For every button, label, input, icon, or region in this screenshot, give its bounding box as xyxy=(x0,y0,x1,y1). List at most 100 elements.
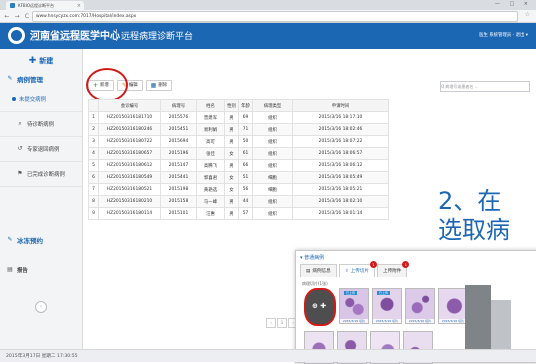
table-cell: 黄艳选 xyxy=(196,183,225,196)
column-header[interactable]: 病理类型 xyxy=(252,99,293,112)
zoom-add-icon[interactable]: ⊕ ✚ xyxy=(312,302,326,310)
tab-upload-slides[interactable]: ⇪ 上传切片 1 xyxy=(338,261,377,277)
sidebar-item-pending[interactable]: ⌕ 待诊断病例 xyxy=(0,111,82,137)
table-cell: 2015147 xyxy=(160,159,197,172)
table-cell: HZ20150316180246 xyxy=(98,123,161,136)
table-cell: 69 xyxy=(238,111,253,124)
reload-icon[interactable]: C xyxy=(24,13,30,20)
sidebar-section-case[interactable]: ✎ 病例管理 xyxy=(0,71,82,86)
sidebar-item-report[interactable]: ▤ 报告 xyxy=(0,257,82,282)
tab-case-info[interactable]: ▤ 病例信息 xyxy=(300,264,337,277)
tab-badge: 1 xyxy=(369,261,377,268)
app-header: 河南省远程医学中心 Henan Telemedicine Center of C… xyxy=(0,23,536,49)
table-cell: 3 xyxy=(88,135,99,148)
tab-upload-attachments[interactable]: 上传附件 1 xyxy=(376,261,410,277)
sidebar-item-label: 待诊断病例 xyxy=(27,121,54,128)
table-row[interactable]: 9 HZ20150316180114 2015101 汪惠男 57 组织 2015/3/16… xyxy=(88,207,389,220)
table-row[interactable]: 6 HZ20150316180549 2015441 郭喜君女 51 细胞 2015/3/1… xyxy=(88,171,389,184)
table-cell: HZ20150316181710 xyxy=(98,111,161,124)
window-controls[interactable]: — □ × xyxy=(495,1,532,7)
slide-thumbnail[interactable]: 已上传 2015/3/16 切片 xyxy=(339,288,369,324)
popup-tabs: ▤ 病例信息 ⇪ 上传切片 1 上传附件 1 xyxy=(300,261,410,277)
user-menu[interactable]: 医生 系统管理员 - 退出 ▾ xyxy=(479,32,528,38)
page-number[interactable]: 1 xyxy=(277,318,287,328)
upload-icon: ⇪ xyxy=(344,268,349,274)
table-cell: 男 xyxy=(224,111,239,124)
url-text[interactable]: www.hnsycyzx.com:7017/Hospital/index.asp… xyxy=(36,14,136,19)
table-cell: 组织 xyxy=(252,159,293,172)
table-cell: 郭喜君 xyxy=(196,171,225,184)
delete-button-label: 删除 xyxy=(158,83,168,88)
table-cell: HZ20150316180657 xyxy=(98,147,161,160)
delete-button[interactable]: ▦ 删除 xyxy=(145,79,173,91)
flag-icon: ⚑ xyxy=(17,170,23,177)
table-cell: HZ20150316180549 xyxy=(98,171,161,184)
sidebar-item-unsubmitted[interactable]: 未提交病例 xyxy=(0,86,82,112)
favicon-icon xyxy=(10,3,15,8)
slide-thumbnail[interactable]: 已上传 2015/3/16 切片 xyxy=(372,288,402,324)
slide-thumbnail[interactable]: 2015/3/16 切片 xyxy=(405,288,435,324)
tab-label: 上传切片 xyxy=(350,269,369,274)
column-header[interactable]: 年龄 xyxy=(238,99,253,112)
table-row[interactable]: 4 HZ20150316180657 2015196 张佳女 61 组织 2015/3/16… xyxy=(88,147,389,160)
table-cell: HZ20150316180722 xyxy=(98,135,161,148)
table-cell: HZ20150316180114 xyxy=(98,207,161,220)
column-header[interactable]: 性别 xyxy=(224,99,239,112)
table-row[interactable]: 1 HZ20150316181710 2015576 曾建军男 69 组织 2015/3/1… xyxy=(88,111,389,124)
table-cell: 曾建军 xyxy=(196,111,225,124)
case-table: 会诊编号 病理号 姓名 性别 年龄 病理类型 申请时间 1 HZ201503161… xyxy=(88,99,389,220)
slide-thumbnail[interactable]: 2015/3/16 切片 xyxy=(438,288,468,324)
table-cell: 2015/3/16 18:02:46 xyxy=(292,123,389,136)
sidebar-collapse-button[interactable]: ‹ xyxy=(35,301,47,313)
table-cell: 组织 xyxy=(252,147,293,160)
sidebar-item-label: 未提交病例 xyxy=(19,96,46,103)
column-header xyxy=(88,99,99,112)
table-row[interactable]: 8 HZ20150316180210 2015158 马一峰男 44 组织 2015/3/1… xyxy=(88,195,389,208)
return-icon: ↺ xyxy=(17,145,23,152)
popup-title[interactable]: ▾ 普通病例 xyxy=(300,254,324,261)
search-icon: ⌕ xyxy=(18,119,22,127)
table-row[interactable]: 7 HZ20150316180521 2015198 黄艳选女 56 细胞 2015/3/1… xyxy=(88,183,389,196)
bookmark-star-icon[interactable]: ☆ xyxy=(525,11,530,18)
logo-icon xyxy=(8,27,25,44)
table-cell: 1 xyxy=(88,111,99,124)
table-cell: HZ20150316180210 xyxy=(98,195,161,208)
table-row[interactable]: 3 HZ20150316180722 2015694 高可男 50 组织 2015/3/16… xyxy=(88,135,389,148)
address-bar[interactable]: www.hnsycyzx.com:7017/Hospital/index.asp… xyxy=(32,11,518,22)
table-cell: 组织 xyxy=(252,111,293,124)
table-cell: 5 xyxy=(88,159,99,172)
slide-caption: 2015/3/16 切片 xyxy=(406,319,434,323)
new-case-label: 新建 xyxy=(39,57,54,65)
annotation-line: 选取病 xyxy=(438,216,510,244)
table-cell: 女 xyxy=(224,171,239,184)
sidebar-item-returned[interactable]: ↺ 专家退回病例 xyxy=(0,136,82,162)
table-cell: 44 xyxy=(238,195,253,208)
back-icon[interactable]: ← xyxy=(4,13,10,20)
table-cell: 高可 xyxy=(196,135,225,148)
sidebar-section-frozen[interactable]: ✎ 冰冻预约 xyxy=(0,232,82,247)
browser-tab[interactable]: KFBIO远程诊断平台 × xyxy=(6,1,84,10)
plus-icon: ✚ xyxy=(28,56,37,66)
table-cell: 2015694 xyxy=(160,135,197,148)
close-icon[interactable]: × xyxy=(77,3,81,9)
table-row[interactable]: 2 HZ20150316180246 2015451 易利娟男 71 组织 2015/3/1… xyxy=(88,123,389,136)
edit-icon: ✎ xyxy=(7,75,13,82)
add-slide-thumbnail[interactable]: ⊕ ✚ xyxy=(304,288,336,326)
forward-icon[interactable]: → xyxy=(14,13,20,20)
table-cell: 57 xyxy=(238,207,253,220)
column-header[interactable]: 病理号 xyxy=(160,99,197,112)
column-header[interactable]: 姓名 xyxy=(196,99,225,112)
table-cell: 2015196 xyxy=(160,147,197,160)
status-datetime: 2015年3月17日 星期二 17:30:55 xyxy=(6,354,78,359)
new-case-button[interactable]: ✚ 新建 xyxy=(6,54,76,68)
edit-icon: ✎ xyxy=(7,236,13,243)
table-cell: 男 xyxy=(224,123,239,136)
table-row[interactable]: 5 HZ20150316180612 2015147 高腾飞男 66 组织 2015/3/1… xyxy=(88,159,389,172)
search-input[interactable]: Q 病理号或患者名 ... xyxy=(440,81,530,92)
trash-icon: ▦ xyxy=(150,81,157,89)
column-header[interactable]: 会诊编号 xyxy=(98,99,161,112)
table-cell: 马一峰 xyxy=(196,195,225,208)
sidebar-item-completed[interactable]: ⚑ 已完成诊断病例 xyxy=(0,161,82,187)
prev-page-button[interactable]: ‹ xyxy=(266,318,276,328)
column-header[interactable]: 申请时间 xyxy=(292,99,389,112)
